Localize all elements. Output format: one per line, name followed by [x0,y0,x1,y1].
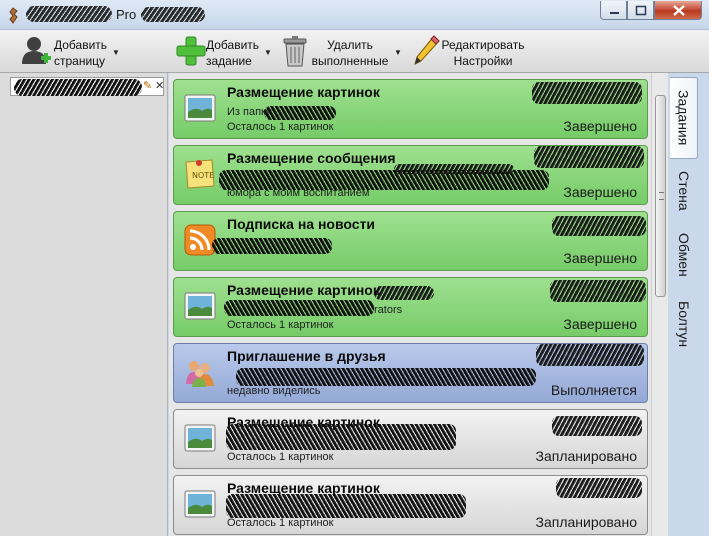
task-card[interactable]: Подписка на новости Завершено [173,211,648,271]
title-bar: Pro [0,0,709,30]
status-badge: Завершено [563,250,637,266]
redaction [212,238,332,254]
redaction [556,478,642,498]
pencil-icon [414,35,440,65]
rss-icon [184,224,216,256]
picture-icon [184,424,216,452]
toolbar: Добавить страницу ▼ Добавить задание ▼ У… [0,30,709,73]
picture-icon [184,94,216,122]
page-list-item[interactable]: ✎ ✕ [10,77,164,96]
delete-completed-button[interactable]: Удалить выполненные ▼ [280,30,404,73]
task-card[interactable]: Размещение картинок rators Осталось 1 ка… [173,277,648,337]
status-badge: Запланировано [535,514,638,530]
chevron-down-icon[interactable]: ▼ [264,48,272,57]
redaction [394,164,514,174]
task-card[interactable]: Размещение картинок Осталось 1 картинок … [173,409,648,469]
task-description: rators [374,304,403,316]
pages-panel: ✎ ✕ [0,73,168,536]
status-badge: Завершено [563,184,637,200]
add-page-button[interactable]: Добавить страницу ▼ [18,30,126,73]
scrollbar-thumb[interactable] [655,95,666,297]
redaction [552,216,646,236]
friends-icon [186,361,214,387]
minimize-button[interactable] [600,1,627,20]
maximize-button[interactable] [627,1,654,20]
status-badge: Завершено [563,316,637,332]
task-title: Размещение сообщения [227,150,396,166]
green-plus-icon [176,36,206,66]
svg-text:NOTE: NOTE [192,171,214,180]
redaction [224,300,374,316]
task-title: Размещение картинок [227,282,380,298]
maximize-icon [635,5,647,16]
edit-settings-label: Редактировать Настройки [441,38,525,68]
chevron-down-icon[interactable]: ▼ [394,48,402,57]
title-redacted [26,6,112,22]
add-task-label: Добавить задание [206,38,260,68]
trash-icon [283,36,307,67]
close-icon [673,5,685,16]
chevron-down-icon[interactable]: ▼ [112,48,120,57]
task-list: Размещение картинок Из папки Осталось 1 … [169,73,651,536]
task-card[interactable]: Приглашение в друзья недавно виделись Вы… [173,343,648,403]
tab-wall[interactable]: Стена [670,163,698,219]
task-title: Подписка на новости [227,216,376,232]
page-name-redacted [14,79,142,96]
task-progress: Осталось 1 картинок [227,451,334,463]
window-title: Pro [116,7,137,22]
status-badge: Выполняется [550,382,637,398]
add-page-label: Добавить страницу [54,38,108,68]
close-button[interactable] [654,1,702,20]
close-icon[interactable]: ✕ [155,79,164,92]
task-title: Приглашение в друзья [227,348,386,364]
redaction [226,424,456,450]
redaction [550,280,646,302]
picture-icon [184,292,216,320]
tab-tasks[interactable]: Задания [670,77,698,159]
side-tabs: Задания Стена Обмен Болтун [668,73,709,536]
tab-chat[interactable]: Болтун [670,291,698,357]
task-progress: Осталось 1 картинок [227,319,334,331]
task-progress: Осталось 1 картинок [227,517,334,529]
edit-settings-button[interactable]: Редактировать Настройки [410,30,534,73]
task-card[interactable]: Размещение картинок Из папки Осталось 1 … [173,79,648,139]
redaction [264,106,336,120]
task-progress: Осталось 1 картинок [227,121,334,133]
delete-completed-label: Удалить выполненные [311,38,389,68]
task-message: недавно виделись [227,385,321,397]
redaction [226,494,466,518]
task-card[interactable]: NOTE Размещение сообщения юмора с моим в… [173,145,648,205]
app-icon [9,7,18,24]
redaction [374,286,434,300]
task-list-scrollbar[interactable] [651,73,668,536]
edit-icon[interactable]: ✎ [143,79,152,92]
redaction [534,146,644,168]
redaction [536,344,644,366]
redaction [552,416,642,436]
grip-icon [659,192,664,200]
status-badge: Запланировано [535,448,638,464]
task-title: Размещение картинок [227,84,380,100]
tab-exchange[interactable]: Обмен [670,223,698,287]
redaction [236,368,536,386]
add-task-button[interactable]: Добавить задание ▼ [174,30,276,73]
task-card[interactable]: Размещение картинок Осталось 1 картинок … [173,475,648,535]
title-redacted-2 [141,7,205,22]
person-add-icon [22,37,51,64]
picture-icon [184,490,216,518]
note-icon: NOTE [185,159,215,189]
redaction [532,82,642,104]
status-badge: Завершено [563,118,637,134]
minimize-icon [610,12,619,14]
